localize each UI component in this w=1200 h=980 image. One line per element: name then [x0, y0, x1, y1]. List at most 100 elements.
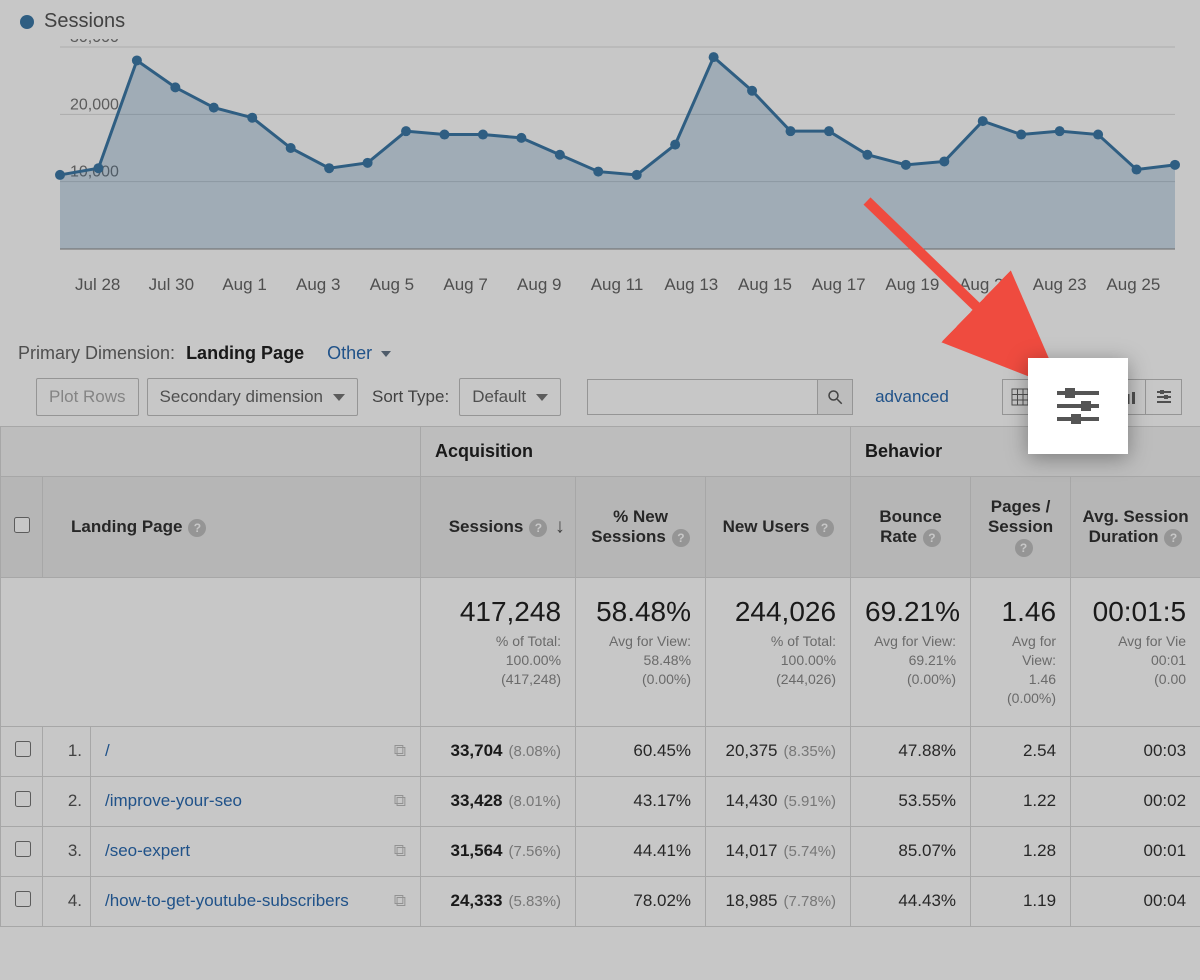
summary-new-users: 244,026% of Total:100.00%(244,026)	[706, 578, 851, 727]
x-tick: Aug 13	[664, 275, 738, 295]
grid-icon	[1011, 388, 1029, 406]
sort-type-label: Sort Type:	[372, 387, 449, 407]
x-tick: Jul 30	[149, 275, 223, 295]
highlighted-pivot-button[interactable]	[1028, 358, 1128, 454]
external-link-icon[interactable]: ⧉	[394, 791, 406, 811]
primary-dimension-label: Primary Dimension:	[18, 343, 175, 363]
x-tick: Aug 3	[296, 275, 370, 295]
help-icon[interactable]: ?	[1164, 529, 1182, 547]
row-page[interactable]: /improve-your-seo⧉	[91, 776, 421, 826]
row-new-users: 14,017(5.74%)	[706, 826, 851, 876]
col-new-users[interactable]: New Users?	[706, 477, 851, 578]
x-tick: Aug 5	[370, 275, 444, 295]
primary-dimension-other[interactable]: Other	[327, 343, 391, 363]
row-bounce: 85.07%	[851, 826, 971, 876]
chart-area: Sessions 10,00020,00030,000 Jul 28Jul 30…	[0, 0, 1200, 295]
legend-label: Sessions	[44, 10, 125, 33]
pivot-icon	[1051, 379, 1105, 433]
help-icon[interactable]: ?	[188, 519, 206, 537]
row-pps: 1.28	[971, 826, 1071, 876]
group-behavior: Behavior	[851, 427, 1200, 477]
help-icon[interactable]: ?	[529, 519, 547, 537]
secondary-dimension-dropdown[interactable]: Secondary dimension	[147, 378, 358, 416]
row-sessions: 24,333(5.83%)	[421, 876, 576, 926]
row-new-users: 18,985(7.78%)	[706, 876, 851, 926]
row-index: 3.	[43, 826, 91, 876]
row-bounce: 47.88%	[851, 726, 971, 776]
row-bounce: 44.43%	[851, 876, 971, 926]
row-checkbox[interactable]	[15, 741, 31, 757]
summary-sessions: 417,248% of Total:100.00%(417,248)	[421, 578, 576, 727]
plot-rows-button[interactable]: Plot Rows	[36, 378, 139, 416]
search-icon	[826, 388, 844, 406]
advanced-link[interactable]: advanced	[875, 387, 949, 407]
chart-legend: Sessions	[20, 10, 1180, 33]
select-all-checkbox[interactable]	[14, 517, 30, 533]
row-new-users: 14,430(5.91%)	[706, 776, 851, 826]
caret-down-icon	[536, 394, 548, 401]
row-dur: 00:03	[1071, 726, 1200, 776]
summary-row: 417,248% of Total:100.00%(417,248) 58.48…	[1, 578, 1200, 727]
row-index: 4.	[43, 876, 91, 926]
group-header-row: Acquisition Behavior	[1, 427, 1200, 477]
row-sessions: 33,704(8.08%)	[421, 726, 576, 776]
view-pivot-button[interactable]	[1146, 379, 1182, 415]
search-button[interactable]	[817, 379, 853, 415]
help-icon[interactable]: ?	[923, 529, 941, 547]
row-pct-new: 43.17%	[576, 776, 706, 826]
row-pps: 1.22	[971, 776, 1071, 826]
row-page[interactable]: /seo-expert⧉	[91, 826, 421, 876]
table-toolbar: Plot Rows Secondary dimension Sort Type:…	[0, 364, 1200, 426]
search-input[interactable]	[587, 379, 817, 415]
row-page[interactable]: /⧉	[91, 726, 421, 776]
row-checkbox[interactable]	[15, 841, 31, 857]
row-dur: 00:01	[1071, 826, 1200, 876]
help-icon[interactable]: ?	[672, 529, 690, 547]
table-row[interactable]: 1./⧉33,704(8.08%)60.45%20,375(8.35%)47.8…	[1, 726, 1200, 776]
caret-down-icon	[381, 351, 391, 357]
x-tick: Aug 25	[1106, 275, 1180, 295]
sort-type-dropdown[interactable]: Default	[459, 378, 561, 416]
external-link-icon[interactable]: ⧉	[394, 741, 406, 761]
help-icon[interactable]: ?	[1015, 539, 1033, 557]
row-pct-new: 44.41%	[576, 826, 706, 876]
col-sessions[interactable]: Sessions? ↓	[421, 477, 576, 578]
pivot-icon	[1155, 388, 1173, 406]
table-row[interactable]: 2./improve-your-seo⧉33,428(8.01%)43.17%1…	[1, 776, 1200, 826]
sort-type-value: Default	[472, 387, 526, 407]
help-icon[interactable]: ?	[816, 519, 834, 537]
x-tick: Aug 19	[885, 275, 959, 295]
summary-duration: 00:01:5Avg for Vie00:01(0.00	[1071, 578, 1200, 727]
row-sessions: 33,428(8.01%)	[421, 776, 576, 826]
row-page[interactable]: /how-to-get-youtube-subscribers⧉	[91, 876, 421, 926]
other-label: Other	[327, 343, 372, 363]
row-checkbox[interactable]	[15, 891, 31, 907]
external-link-icon[interactable]: ⧉	[394, 891, 406, 911]
table-row[interactable]: 4./how-to-get-youtube-subscribers⧉24,333…	[1, 876, 1200, 926]
row-pps: 2.54	[971, 726, 1071, 776]
col-landing-page[interactable]: Landing Page?	[43, 477, 421, 578]
col-avg-session-duration[interactable]: Avg. Session Duration?	[1071, 477, 1200, 578]
summary-pps: 1.46Avg forView:1.46(0.00%)	[971, 578, 1071, 727]
caret-down-icon	[333, 394, 345, 401]
x-tick: Aug 9	[517, 275, 591, 295]
svg-text:20,000: 20,000	[70, 96, 119, 113]
col-pct-new-sessions[interactable]: % New Sessions?	[576, 477, 706, 578]
primary-dimension-selected[interactable]: Landing Page	[186, 343, 304, 363]
legend-dot-icon	[20, 15, 34, 29]
col-bounce-rate[interactable]: Bounce Rate?	[851, 477, 971, 578]
landing-page-table: Acquisition Behavior Landing Page? Sessi…	[0, 426, 1200, 927]
external-link-icon[interactable]: ⧉	[394, 841, 406, 861]
sessions-chart[interactable]: 10,00020,00030,000	[20, 39, 1180, 269]
x-tick: Aug 1	[222, 275, 296, 295]
row-pct-new: 60.45%	[576, 726, 706, 776]
row-sessions: 31,564(7.56%)	[421, 826, 576, 876]
x-tick: Aug 7	[443, 275, 517, 295]
table-row[interactable]: 3./seo-expert⧉31,564(7.56%)44.41%14,017(…	[1, 826, 1200, 876]
row-bounce: 53.55%	[851, 776, 971, 826]
col-pages-per-session[interactable]: Pages / Session?	[971, 477, 1071, 578]
x-tick: Aug 17	[812, 275, 886, 295]
select-all-header	[1, 477, 43, 578]
row-index: 1.	[43, 726, 91, 776]
row-checkbox[interactable]	[15, 791, 31, 807]
